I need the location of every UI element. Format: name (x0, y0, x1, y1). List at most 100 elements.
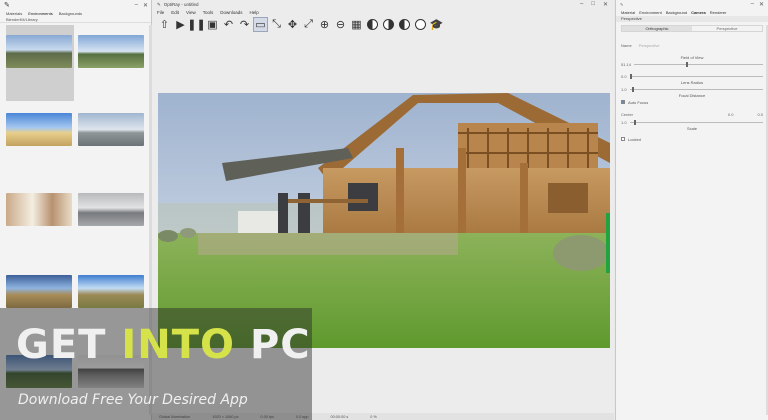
menu-bar: File Edit View Tools Downloads Help (152, 9, 614, 16)
close-icon[interactable]: ✕ (143, 2, 148, 9)
thumb-image (78, 35, 144, 68)
center-row: Center 0.0 0.0 (616, 110, 768, 118)
tab-backgrounds[interactable]: Backgrounds (59, 11, 82, 16)
app-logo-icon: ✎ (4, 2, 10, 9)
thumb-image (78, 275, 144, 308)
locked-box[interactable] (621, 137, 625, 141)
environment-thumb[interactable] (78, 103, 146, 179)
save-icon[interactable]: ▣ (206, 18, 219, 31)
tab-background[interactable]: Background (666, 10, 687, 15)
minimize-icon[interactable]: – (751, 1, 754, 8)
zoom-out-icon[interactable]: ⊖ (334, 18, 347, 31)
grad-cap-icon[interactable]: 🎓 (430, 18, 444, 31)
arrow-up-icon[interactable]: ⇧ (158, 18, 171, 31)
projection-orthographic[interactable]: Orthographic (622, 26, 692, 31)
thumb-image (6, 113, 72, 146)
tab-camera[interactable]: Camera (691, 10, 706, 15)
scale-slider[interactable] (629, 119, 763, 125)
watermark-brand-c: PC (235, 322, 311, 368)
app-logo-icon: ✎ (620, 2, 624, 7)
library-source[interactable]: BlenderKit/Library (0, 17, 151, 23)
main-titlebar: ✎ OptiRay - untitled – □ ✕ (152, 0, 614, 9)
lens-row: 0.0 (616, 72, 768, 80)
fov-slider[interactable] (634, 61, 763, 67)
main-window-controls: – □ ✕ (580, 1, 614, 8)
app-logo-icon: ✎ (157, 1, 161, 7)
locked-checkbox[interactable]: Locked (616, 135, 768, 143)
fov-row: 51.14 (616, 60, 768, 68)
name-row: Name Perspective (616, 41, 768, 49)
watermark-brand-b: INTO (121, 322, 236, 368)
undo-icon[interactable]: ↶ (222, 18, 235, 31)
thumb-image (6, 193, 72, 226)
move-icon[interactable]: ✥ (286, 18, 299, 31)
focal-value[interactable]: 1.0 (621, 87, 627, 92)
tab-environments[interactable]: Environments (28, 11, 52, 16)
menu-downloads[interactable]: Downloads (220, 10, 242, 15)
menu-edit[interactable]: Edit (171, 10, 179, 15)
menu-tools[interactable]: Tools (203, 10, 214, 15)
tab-material[interactable]: Material (621, 10, 635, 15)
shade-right-icon[interactable] (398, 18, 411, 31)
shade-mid-icon[interactable] (382, 18, 395, 31)
thumb-image (78, 113, 144, 146)
camera-subtab[interactable]: Perspective (616, 16, 768, 22)
thumb-image (78, 193, 144, 226)
center-y[interactable]: 0.0 (757, 112, 763, 117)
shade-left-icon[interactable] (366, 18, 379, 31)
select-rect-icon[interactable]: ▭ (253, 16, 268, 32)
play-icon[interactable]: ▶ (174, 18, 187, 31)
app-root: ✎ – ✕ Materials Environments Backgrounds… (0, 0, 768, 420)
watermark-brand: GET INTO PC (16, 322, 311, 368)
environment-thumb[interactable] (6, 25, 74, 101)
toolbar: ⇧ ▶ ❚❚ ▣ ↶ ↷ ▭ ⤡ ✥ ⤢ ⊕ ⊖ ▦ 🎓 (152, 16, 614, 32)
environment-thumb[interactable] (6, 103, 74, 179)
menu-help[interactable]: Help (250, 10, 259, 15)
focal-slider[interactable] (629, 86, 763, 92)
autofocus-box[interactable] (621, 100, 625, 104)
scale-value[interactable]: 1.0 (621, 120, 627, 125)
minimize-icon[interactable]: – (580, 1, 583, 8)
lens-value[interactable]: 0.0 (621, 74, 627, 79)
properties-window-controls: – ✕ (751, 1, 768, 8)
menu-file[interactable]: File (157, 10, 164, 15)
watermark-tagline: Download Free Your Desired App (18, 392, 248, 408)
autofocus-checkbox[interactable]: Auto Focus (616, 98, 768, 106)
library-window-controls: – ✕ (135, 2, 151, 9)
thumb-image (6, 275, 72, 308)
projection-toggle: Orthographic Perspective (621, 25, 763, 32)
properties-titlebar: ✎ – ✕ (616, 0, 768, 9)
name-field[interactable]: Perspective (639, 43, 660, 48)
name-label: Name (621, 42, 632, 48)
close-icon[interactable]: ✕ (603, 1, 608, 8)
scale-icon[interactable]: ⤡ (270, 18, 283, 31)
environment-thumb[interactable] (6, 183, 74, 259)
minimize-icon[interactable]: – (135, 2, 138, 9)
lens-slider[interactable] (629, 73, 763, 79)
maximize-icon[interactable]: □ (591, 1, 595, 8)
menu-view[interactable]: View (186, 10, 196, 15)
watermark: GET INTO PC Download Free Your Desired A… (0, 308, 312, 420)
thumb-image (6, 35, 72, 68)
fov-value[interactable]: 51.14 (621, 62, 631, 67)
zoom-in-icon[interactable]: ⊕ (318, 18, 331, 31)
close-icon[interactable]: ✕ (759, 1, 764, 8)
properties-panel: ✎ – ✕ Material Environment Background Ca… (615, 0, 768, 420)
grid-icon[interactable]: ▦ (350, 18, 363, 31)
locked-label: Locked (628, 136, 641, 142)
tab-renderer[interactable]: Renderer (710, 10, 727, 15)
circle-icon[interactable] (414, 18, 427, 31)
resize-icon[interactable]: ⤢ (302, 18, 315, 31)
status-time: 00:00:00 s (330, 414, 349, 419)
projection-perspective[interactable]: Perspective (692, 26, 762, 31)
redo-icon[interactable]: ↷ (238, 18, 251, 31)
library-tabs: Materials Environments Backgrounds (0, 10, 151, 17)
center-x[interactable]: 0.0 (728, 112, 734, 117)
tab-environment[interactable]: Environment (639, 10, 661, 15)
center-label: Center (621, 111, 634, 117)
environment-thumb[interactable] (78, 25, 146, 101)
focal-row: 1.0 (616, 85, 768, 93)
pause-icon[interactable]: ❚❚ (187, 18, 205, 31)
tab-materials[interactable]: Materials (6, 11, 22, 16)
environment-thumb[interactable] (78, 183, 146, 259)
